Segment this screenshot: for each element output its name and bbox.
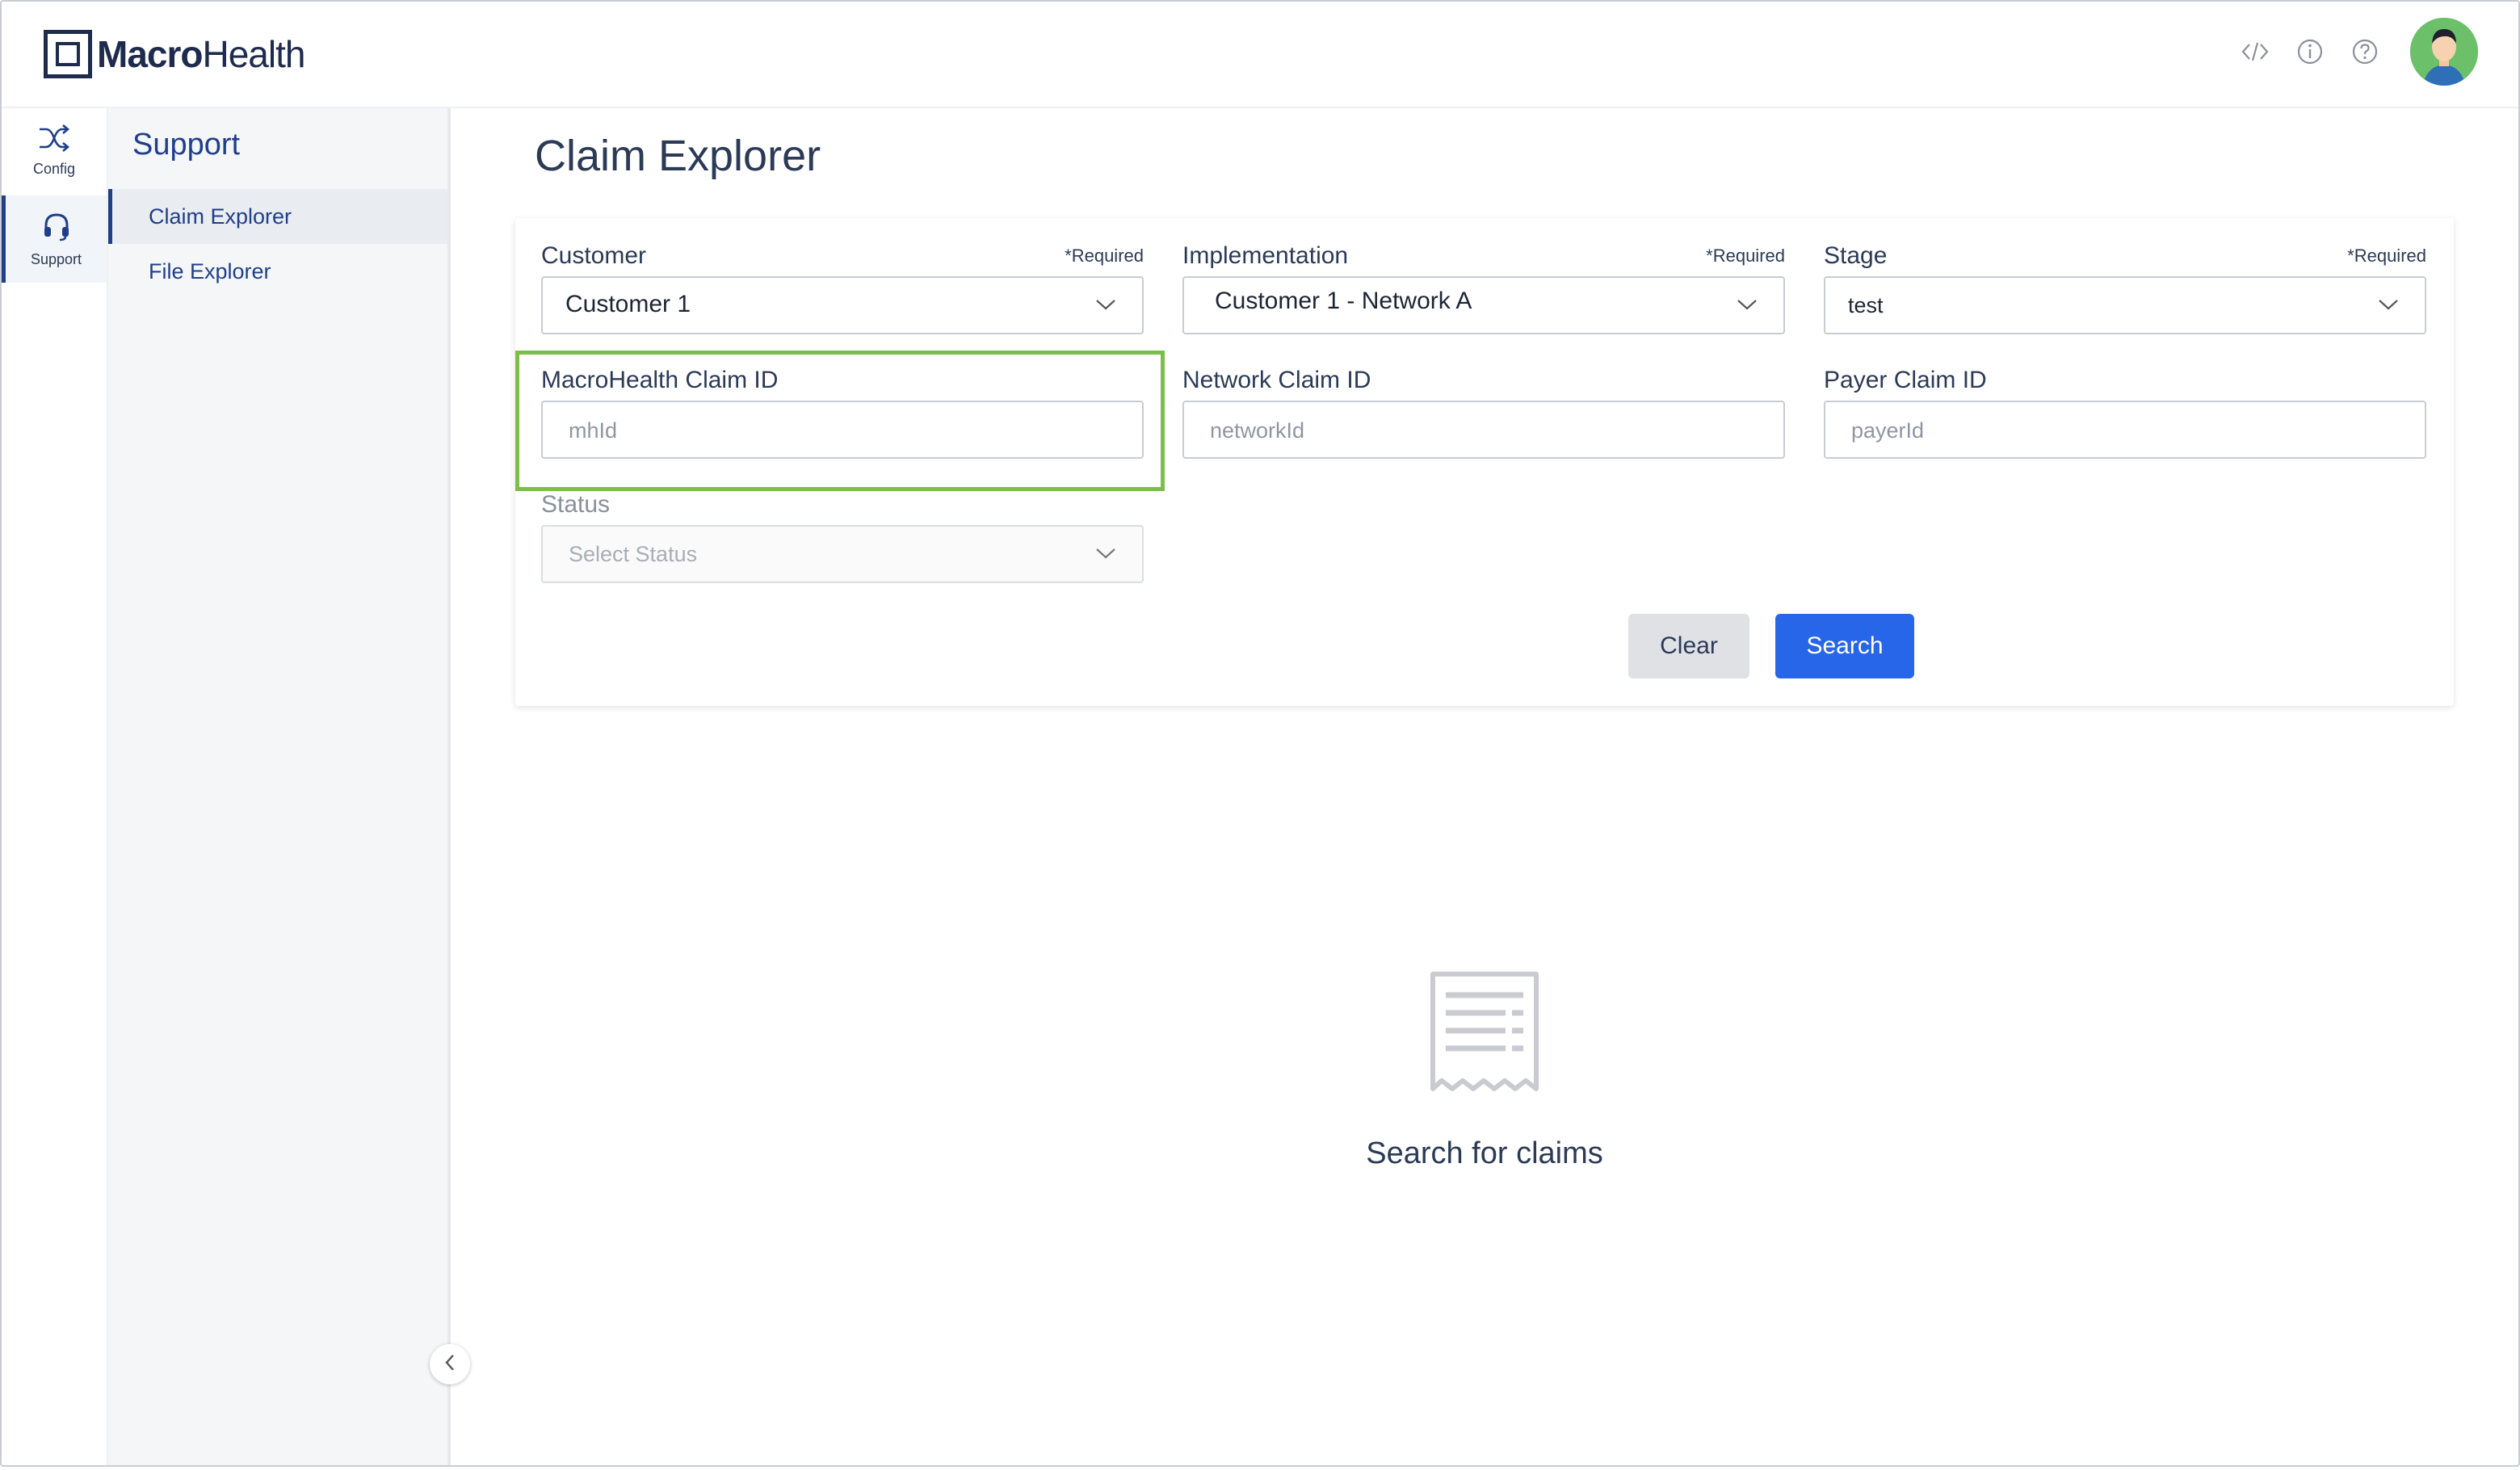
stage-value: test <box>1848 293 1884 317</box>
payer-claim-id-input[interactable]: payerId <box>1824 401 2426 459</box>
shuffle-icon <box>2 108 107 156</box>
status-placeholder: Select Status <box>569 542 698 566</box>
rail-label-support: Support <box>30 251 82 267</box>
info-icon[interactable] <box>2294 36 2326 68</box>
network-claim-id-placeholder: networkId <box>1210 418 1305 443</box>
sidebar-item-claim-explorer[interactable]: Claim Explorer <box>108 189 447 244</box>
implementation-label: Implementation <box>1182 242 1349 269</box>
top-header: MacroHealth <box>2 2 2518 108</box>
code-icon[interactable] <box>2239 36 2271 68</box>
headset-icon <box>6 195 107 246</box>
network-claim-id-label: Network Claim ID <box>1182 367 1371 393</box>
implementation-select[interactable]: Customer 1 - Network A <box>1182 276 1785 334</box>
logo-text: MacroHealth <box>97 33 305 75</box>
mh-claim-id-placeholder: mhId <box>569 418 618 443</box>
customer-value: Customer 1 <box>565 291 691 317</box>
chevron-left-icon <box>443 1353 457 1376</box>
network-claim-id-input[interactable]: networkId <box>1182 401 1785 459</box>
status-select[interactable]: Select Status <box>541 525 1144 583</box>
rail-item-support[interactable]: Support <box>2 195 107 283</box>
clear-button[interactable]: Clear <box>1628 614 1749 678</box>
mh-claim-id-label: MacroHealth Claim ID <box>541 367 779 393</box>
user-avatar[interactable] <box>2410 18 2478 86</box>
help-icon[interactable] <box>2349 36 2381 68</box>
empty-state-text: Search for claims <box>1366 1136 1603 1170</box>
implementation-value: Customer 1 - Network A <box>1215 288 1472 314</box>
implementation-required: *Required <box>1706 246 1785 266</box>
stage-label: Stage <box>1824 242 1888 269</box>
chevron-down-icon <box>2376 292 2400 321</box>
macrohealth-logo[interactable]: MacroHealth <box>44 26 305 82</box>
rail-label-config: Config <box>32 161 76 177</box>
sidebar-title: Support <box>132 128 241 162</box>
stage-required: *Required <box>2347 246 2426 266</box>
customer-required: *Required <box>1065 246 1144 266</box>
chevron-down-icon <box>1735 292 1759 321</box>
support-sidebar: Support Claim Explorer File Explorer <box>108 108 451 1465</box>
status-label: Status <box>541 491 611 518</box>
mh-claim-id-input[interactable]: mhId <box>541 401 1144 459</box>
payer-claim-id-label: Payer Claim ID <box>1824 367 1987 393</box>
header-actions <box>2216 18 2478 86</box>
chevron-down-icon <box>1094 292 1118 321</box>
search-form-card: Customer *Required Customer 1 Implementa… <box>515 218 2454 706</box>
page-title: Claim Explorer <box>535 132 821 180</box>
app-window: MacroHealth Config Support Support Claim… <box>0 0 2520 1467</box>
sidebar-item-file-explorer[interactable]: File Explorer <box>108 244 447 299</box>
customer-select[interactable]: Customer 1 <box>541 276 1144 334</box>
rail-item-config[interactable]: Config <box>2 108 107 195</box>
payer-claim-id-placeholder: payerId <box>1851 418 1925 443</box>
receipt-icon <box>1323 971 1646 1096</box>
stage-select[interactable]: test <box>1824 276 2426 334</box>
customer-label: Customer <box>541 242 647 269</box>
chevron-down-icon <box>1094 541 1118 569</box>
empty-state: Search for claims <box>1323 971 1646 1171</box>
icon-rail: Config Support <box>2 108 108 1465</box>
logo-mark-icon <box>44 30 92 78</box>
collapse-sidebar-button[interactable] <box>430 1344 470 1384</box>
search-button[interactable]: Search <box>1775 614 1914 678</box>
